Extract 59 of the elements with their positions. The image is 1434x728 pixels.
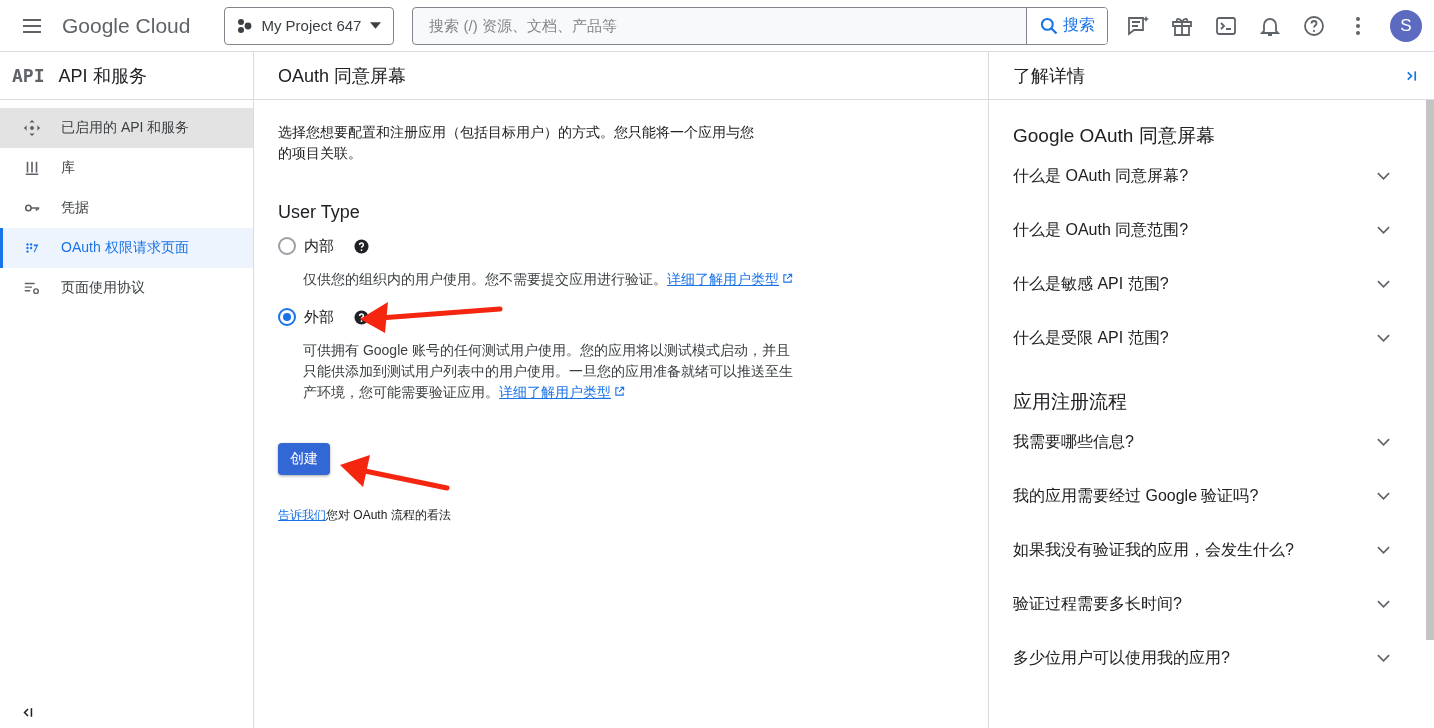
scrollbar[interactable] — [1426, 100, 1434, 640]
account-avatar[interactable]: S — [1390, 9, 1422, 42]
feedback-link[interactable]: 告诉我们 — [278, 508, 326, 522]
brand-logo-text[interactable]: Google Cloud — [62, 13, 191, 38]
project-selector[interactable]: My Project 647 — [224, 6, 395, 45]
option-description: 仅供您的组织内的用户使用。您不需要提交应用进行验证。详细了解用户类型 — [303, 269, 793, 290]
page-title: OAuth 同意屏幕 — [278, 64, 407, 88]
faq-item[interactable]: 验证过程需要多长时间? — [1013, 576, 1402, 632]
chevron-icon — [1377, 654, 1390, 662]
option-label: 内部 — [304, 236, 335, 256]
search-field[interactable]: 搜索 (/) 资源、文档、产品等 搜索 — [412, 6, 1109, 45]
faq-item[interactable]: 什么是敏感 API 范围? — [1013, 256, 1402, 312]
option-label: 外部 — [304, 307, 335, 327]
faq-item[interactable]: 多少位用户可以使用我的应用? — [1013, 630, 1402, 686]
chevron-icon — [1377, 546, 1390, 554]
caret-icon — [370, 22, 382, 29]
radio-button[interactable] — [278, 237, 296, 255]
create-button[interactable]: 创建 — [278, 443, 330, 475]
chevron-icon — [1377, 438, 1390, 446]
sidebar-item[interactable]: 已启用的 API 和服务 — [0, 108, 253, 148]
chevron-icon — [1377, 226, 1390, 234]
chevron-icon — [1377, 172, 1390, 180]
faq-item[interactable]: 如果我没有验证我的应用，会发生什么? — [1013, 522, 1402, 578]
faq-item[interactable]: 什么是受限 API 范围? — [1013, 310, 1402, 366]
search-icon — [1039, 15, 1060, 36]
panel-title: 了解详情 — [1013, 64, 1085, 88]
chevron-icon — [1377, 600, 1390, 608]
faq-item[interactable]: 什么是 OAuth 同意屏幕? — [1013, 148, 1402, 204]
faq-item[interactable]: 我需要哪些信息? — [1013, 414, 1402, 470]
faq-item[interactable]: 我的应用需要经过 Google 验证吗? — [1013, 468, 1402, 524]
option-description: 可供拥有 Google 账号的任何测试用户使用。您的应用将以测试模式启动，并且只能供添加到测试用户列表中的用户使用。一旦您的应用准备就绪可以推送至生产环境，您可能需要验证应用。详细了解用户类型 — [303, 341, 793, 402]
user-type-heading: User Type — [278, 202, 361, 223]
radio-button[interactable] — [278, 308, 296, 326]
diamond-dots-icon — [23, 119, 41, 137]
help-section-heading: 应用注册流程 — [1013, 390, 1128, 414]
help-icon[interactable] — [1302, 13, 1326, 38]
intro-text: 选择您想要配置和注册应用（包括目标用户）的方式。您只能将一个应用与您的项目关联。 — [278, 123, 755, 163]
search-button[interactable]: 搜索 — [1026, 7, 1108, 44]
chevron-icon — [1377, 280, 1390, 288]
collapse-sidebar-icon[interactable] — [22, 707, 34, 718]
section-title: API 和服务 — [58, 64, 147, 88]
learn-more-link[interactable]: 详细了解用户类型 — [499, 384, 625, 400]
help-section-heading: Google OAuth 同意屏幕 — [1013, 124, 1216, 148]
library-icon — [23, 159, 41, 177]
feedback-text: 告诉我们您对 OAuth 流程的看法 — [278, 507, 452, 524]
external-link-icon — [782, 273, 793, 284]
project-icon — [237, 17, 254, 34]
faq-item[interactable]: 什么是 OAuth 同意范围? — [1013, 202, 1402, 258]
external-link-icon — [614, 386, 625, 397]
learn-more-link[interactable]: 详细了解用户类型 — [667, 271, 793, 287]
help-icon[interactable] — [354, 238, 369, 254]
chevron-icon — [1377, 334, 1390, 342]
chevron-icon — [1377, 492, 1390, 500]
sidebar-item[interactable]: 库 — [0, 148, 253, 188]
api-logo: API — [12, 65, 45, 86]
sidebar-item[interactable]: OAuth 权限请求页面 — [0, 228, 253, 268]
sidebar-item[interactable]: 凭据 — [0, 188, 253, 228]
collapse-panel-icon[interactable] — [1405, 69, 1418, 82]
sidebar-item[interactable]: 页面使用协议 — [0, 268, 253, 308]
